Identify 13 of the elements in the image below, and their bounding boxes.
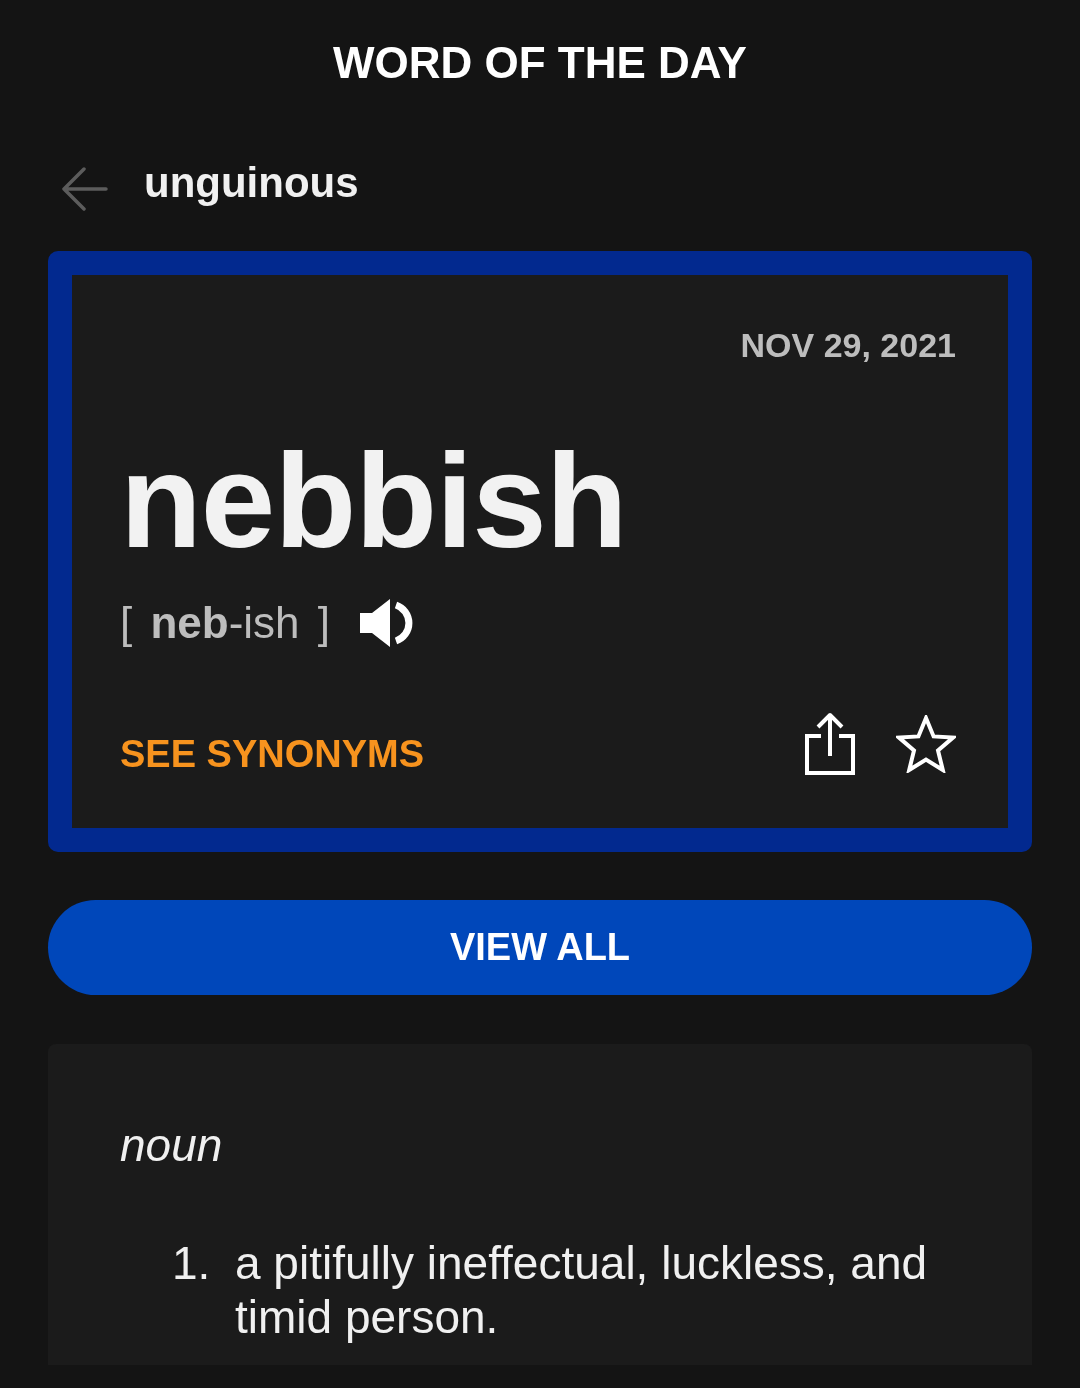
pronunciation: [ neb-ish ] <box>120 597 331 649</box>
definition-number: 1. <box>172 1236 212 1291</box>
page-title: WORD OF THE DAY <box>333 37 747 89</box>
back-arrow-icon[interactable] <box>60 167 108 211</box>
date-label: NOV 29, 2021 <box>740 325 956 366</box>
part-of-speech: noun <box>120 1118 223 1173</box>
share-icon[interactable] <box>804 711 856 776</box>
view-all-button[interactable]: VIEW ALL <box>48 900 1032 995</box>
definition-text: a pitifully ineffectual, luckless, and timid person. <box>235 1236 929 1344</box>
nav-title: unguinous <box>144 159 359 207</box>
see-synonyms-link[interactable]: SEE SYNONYMS <box>120 733 425 776</box>
headword: nebbish <box>120 434 627 568</box>
star-icon[interactable] <box>896 714 956 773</box>
